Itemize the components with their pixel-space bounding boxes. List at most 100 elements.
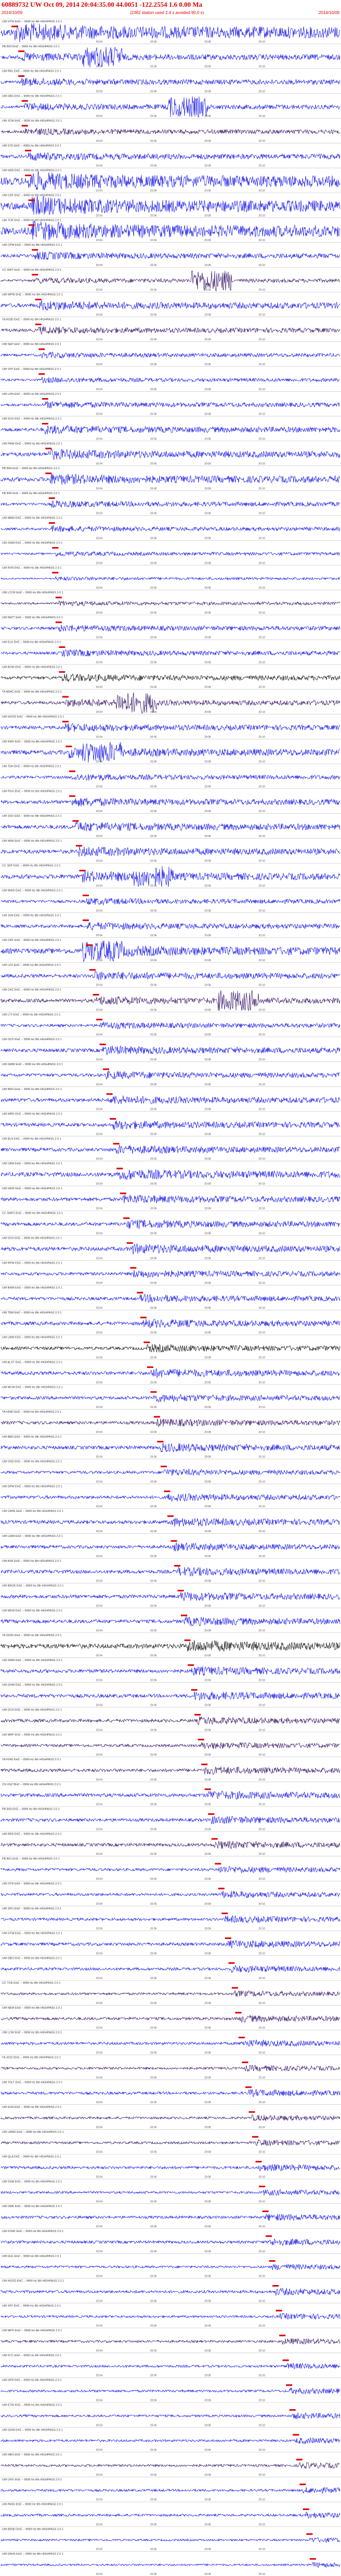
time-tick-label: 20:06	[150, 2300, 157, 2303]
phase-pick-marker	[126, 1242, 133, 1244]
time-tick-label: 20:06	[150, 1431, 157, 1434]
time-tick-label: 20:04	[96, 860, 103, 863]
phase-pick-marker	[113, 1143, 120, 1145]
trace-label: UW VFP EHZ -- 9999 Hz 8th HIGHPASS 2.0 1	[2, 368, 61, 371]
trace-row: UW OMK EHZ -- 9999 Hz 8th HIGHPASS 2.0 1…	[0, 2203, 341, 2228]
trace-label: UW MBW EHZ -- 9999 Hz 8th HIGHPASS 2.0 1	[2, 517, 62, 520]
time-tick-label: 20:10	[259, 1580, 266, 1583]
time-tick-label: 20:06	[150, 1679, 157, 1682]
time-tick-label: 20:08	[204, 1604, 211, 1608]
time-tick-label: 20:08	[204, 562, 211, 565]
trace-row: UW GSM EHZ -- 9999 Hz 8th HIGHPASS 2.0 1…	[0, 2179, 341, 2203]
trace-row: UW OBS EHZ -- 9999 Hz 8th HIGHPASS 2.0 1…	[0, 93, 341, 118]
waveform-trace	[1, 23, 340, 42]
time-tick-label: 20:04	[96, 1257, 103, 1260]
trace-row: UW MBW EHZ -- 9999 Hz 8th HIGHPASS 2.0 1…	[0, 515, 341, 540]
trace-row: UW DBO EHZ -- 9999 Hz 8th HIGHPASS 2.0 1…	[0, 1955, 341, 1980]
time-tick-label: 20:04	[96, 1058, 103, 1061]
time-tick-label: 20:04	[96, 1704, 103, 1707]
waveform-trace	[1, 251, 340, 260]
event-title: 60889732 UW Oct 09, 2014 20:04:35.00 44.…	[2, 1, 203, 8]
phase-pick-marker	[153, 1416, 160, 1418]
time-tick-label: 20:06	[150, 2126, 157, 2129]
phase-pick-marker	[106, 1093, 113, 1095]
waveform-trace	[1, 128, 340, 136]
phase-pick-marker	[59, 671, 65, 673]
waveform-trace	[1, 2089, 340, 2097]
trace-row: UW HSR EHZ -- 9999 Hz 8th HIGHPASS 2.0 1…	[0, 167, 341, 193]
time-tick-label: 20:10	[259, 1604, 266, 1608]
time-tick-label: 20:04	[96, 736, 103, 739]
time-tick-label: 20:04	[96, 1158, 103, 1161]
trace-label: UW STD EHZ -- 9999 Hz 8th HIGHPASS 2.0 1	[2, 144, 61, 148]
waveform-trace	[1, 2511, 340, 2519]
time-tick-label: 20:06	[150, 2175, 157, 2179]
time-tick-label: 20:08	[204, 2449, 211, 2452]
time-tick-label: 20:10	[259, 2499, 266, 2502]
time-tick-label: 20:08	[204, 537, 211, 540]
phase-pick-marker	[28, 199, 35, 201]
time-tick-label: 20:08	[204, 1580, 211, 1583]
time-tick-label: 20:06	[150, 1381, 157, 1384]
time-tick-label: 20:04	[96, 835, 103, 838]
time-tick-label: 20:06	[150, 1058, 157, 1061]
time-tick-label: 20:04	[96, 437, 103, 441]
time-tick-label: 20:06	[150, 1456, 157, 1459]
time-tick-label: 20:06	[150, 165, 157, 168]
waveform-trace	[1, 2238, 340, 2246]
waveform-trace	[1, 377, 340, 384]
phase-pick-marker	[140, 1317, 147, 1319]
time-tick-label: 20:06	[150, 835, 157, 838]
time-tick-label: 20:04	[96, 1381, 103, 1384]
phase-pick-marker	[242, 2061, 248, 2063]
trace-row: UW DPW EHZ -- 9999 Hz 8th HIGHPASS 2.0 1…	[0, 1483, 341, 1508]
phase-pick-marker	[208, 1813, 215, 1815]
time-tick-label: 20:08	[204, 2101, 211, 2104]
phase-pick-marker	[110, 1118, 116, 1120]
time-tick-label: 20:06	[150, 2076, 157, 2079]
time-tick-label: 20:10	[259, 1108, 266, 1111]
time-tick-label: 20:04	[96, 984, 103, 987]
phase-pick-marker	[86, 944, 93, 946]
time-tick-label: 20:04	[96, 115, 103, 118]
time-tick-label: 20:04	[96, 1580, 103, 1583]
time-tick-label: 20:10	[259, 860, 266, 863]
time-tick-label: 20:06	[150, 1903, 157, 1906]
time-tick-label: 20:06	[150, 2027, 157, 2030]
phase-pick-marker	[45, 447, 52, 449]
time-tick-label: 20:10	[259, 1406, 266, 1409]
trace-row: UW SOS EHZ -- 9999 Hz 8th HIGHPASS 2.0 1…	[0, 416, 341, 441]
time-tick-label: 20:08	[204, 885, 211, 888]
time-tick-label: 20:06	[150, 2499, 157, 2502]
time-tick-label: 20:04	[96, 2573, 103, 2576]
waveform-trace	[1, 1742, 340, 1749]
time-tick-label: 20:08	[204, 1381, 211, 1384]
time-tick-label: 20:04	[96, 2027, 103, 2030]
time-tick-label: 20:04	[96, 1083, 103, 1086]
phase-pick-marker	[296, 2459, 303, 2461]
trace-row: PB B03 EHZ -- 9999 Hz 8th HIGHPASS 2.0 1…	[0, 43, 341, 69]
waveform-trace	[1, 2189, 340, 2196]
waveform-trace	[1, 971, 340, 980]
waveform-trace	[1, 600, 340, 606]
phase-pick-marker	[35, 323, 42, 325]
time-tick-label: 20:10	[259, 1778, 266, 1782]
time-tick-label: 20:10	[259, 2523, 266, 2526]
time-tick-label: 20:06	[150, 860, 157, 863]
trace-label: PB B01 EHZ -- 9999 Hz 8th HIGHPASS 2.0 1	[2, 1857, 60, 1861]
time-tick-label: 20:04	[96, 1282, 103, 1285]
time-tick-label: 20:06	[150, 313, 157, 316]
trace-label: UW TBM EHZ -- 9999 Hz 8th HIGHPASS 2.0 1	[2, 1311, 61, 1314]
phase-pick-marker	[137, 1292, 143, 1294]
trace-row: UW WPW EHZ -- 9999 Hz 8th HIGHPASS 2.0 1…	[0, 291, 341, 316]
trace-row: UW JUN EHZ -- 9999 Hz 8th HIGHPASS 2.0 1…	[0, 912, 341, 937]
time-tick-label: 20:10	[259, 462, 266, 466]
waveform-trace	[1, 940, 340, 963]
time-tick-label: 20:06	[150, 1207, 157, 1211]
waveform-trace	[1, 96, 340, 118]
waveform-trace	[1, 473, 340, 485]
time-tick-label: 20:10	[259, 2374, 266, 2378]
waveform-trace	[1, 2487, 340, 2494]
time-tick-label: 20:10	[259, 2002, 266, 2005]
trace-row: UW SMW EHZ -- 9999 Hz 8th HIGHPASS 2.0 1…	[0, 1657, 341, 1682]
